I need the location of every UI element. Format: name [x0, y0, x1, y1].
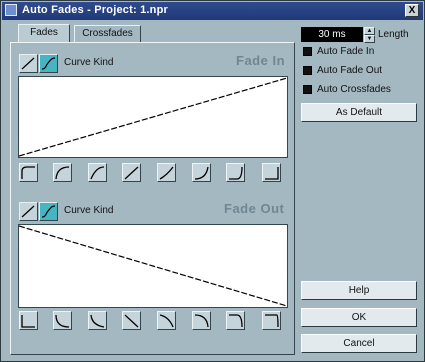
fade_in-preset-1-button[interactable] [19, 163, 38, 182]
fade-in-curve [18, 77, 288, 157]
curve-kind-label: Curve Kind [64, 205, 114, 216]
curve-shape-icon [90, 166, 105, 180]
fade-in-title: Fade In [236, 53, 286, 68]
fade_out-preset-2-button[interactable] [53, 311, 72, 330]
fade_out-preset-7-button[interactable] [226, 311, 245, 330]
cancel-button[interactable]: Cancel [301, 334, 417, 353]
fades-panel: Curve Kind Fade In Curve Kind Fade Out [10, 42, 295, 355]
curve-shape-icon [124, 166, 139, 180]
curve-kind-linear-button[interactable] [19, 202, 38, 221]
curve-shape-icon [21, 315, 35, 328]
curve-shape-icon [194, 314, 209, 328]
curve-kind-linear-button[interactable] [19, 54, 38, 73]
fade_out-preset-5-button[interactable] [157, 311, 176, 330]
ok-button[interactable]: OK [301, 308, 417, 327]
fade_in-preset-4-button[interactable] [122, 163, 141, 182]
auto-fade-in-checkbox[interactable] [303, 47, 312, 56]
linear-curve-icon [21, 57, 35, 70]
curve-shape-icon [265, 167, 279, 180]
curve-shape-icon [229, 166, 243, 180]
close-button[interactable]: X [405, 4, 419, 17]
curve-shape-icon [55, 314, 70, 328]
curve-kind-label: Curve Kind [64, 57, 114, 68]
auto-crossfades-label: Auto Crossfades [317, 84, 391, 95]
help-button[interactable]: Help [301, 281, 417, 300]
curve-kind-spline-button[interactable] [39, 202, 58, 221]
as-default-button[interactable]: As Default [301, 103, 417, 122]
fade-out-graph[interactable] [18, 224, 288, 308]
curve-shape-icon [90, 314, 105, 328]
curve-kind-spline-button[interactable] [39, 54, 58, 73]
auto-fade-in-label: Auto Fade In [317, 46, 375, 57]
curve-shape-icon [159, 166, 174, 180]
fade_in-preset-2-button[interactable] [53, 163, 72, 182]
length-input[interactable]: 30 ms [301, 27, 363, 42]
fade-out-title: Fade Out [224, 201, 285, 216]
fade-out-curve [18, 225, 288, 307]
fade-in-graph[interactable] [18, 76, 288, 158]
auto-fade-out-label: Auto Fade Out [317, 65, 383, 76]
fade_in-preset-5-button[interactable] [157, 163, 176, 182]
curve-shape-icon [265, 314, 279, 328]
fade_out-preset-3-button[interactable] [88, 311, 107, 330]
fade_out-preset-6-button[interactable] [192, 311, 211, 330]
length-down-button[interactable]: ▼ [364, 35, 375, 43]
tab-fades[interactable]: Fades [18, 24, 70, 43]
spline-curve-icon [41, 57, 56, 70]
title-bar[interactable]: Auto Fades - Project: 1.npr X [2, 2, 423, 20]
curve-shape-icon [159, 314, 174, 328]
curve-shape-icon [124, 314, 139, 328]
auto-fade-out-checkbox[interactable] [303, 66, 312, 75]
fade_in-preset-7-button[interactable] [226, 163, 245, 182]
auto-fades-dialog: Auto Fades - Project: 1.npr X Fades Cros… [0, 0, 425, 362]
length-up-button[interactable]: ▲ [364, 27, 375, 35]
curve-shape-icon [229, 314, 243, 328]
fade_out-preset-8-button[interactable] [262, 311, 281, 330]
spline-curve-icon [41, 205, 56, 218]
curve-shape-icon [194, 166, 209, 180]
auto-crossfades-checkbox[interactable] [303, 85, 312, 94]
fade_out-preset-4-button[interactable] [122, 311, 141, 330]
fade_in-preset-3-button[interactable] [88, 163, 107, 182]
fade_out-preset-1-button[interactable] [19, 311, 38, 330]
fade_in-preset-6-button[interactable] [192, 163, 211, 182]
tab-crossfades[interactable]: Crossfades [74, 25, 141, 42]
linear-curve-icon [21, 205, 35, 218]
window-title: Auto Fades - Project: 1.npr [22, 4, 168, 16]
curve-shape-icon [21, 166, 35, 179]
app-icon [5, 4, 17, 16]
curve-shape-icon [55, 166, 70, 180]
length-label: Length [378, 29, 409, 40]
fade_in-preset-8-button[interactable] [262, 163, 281, 182]
